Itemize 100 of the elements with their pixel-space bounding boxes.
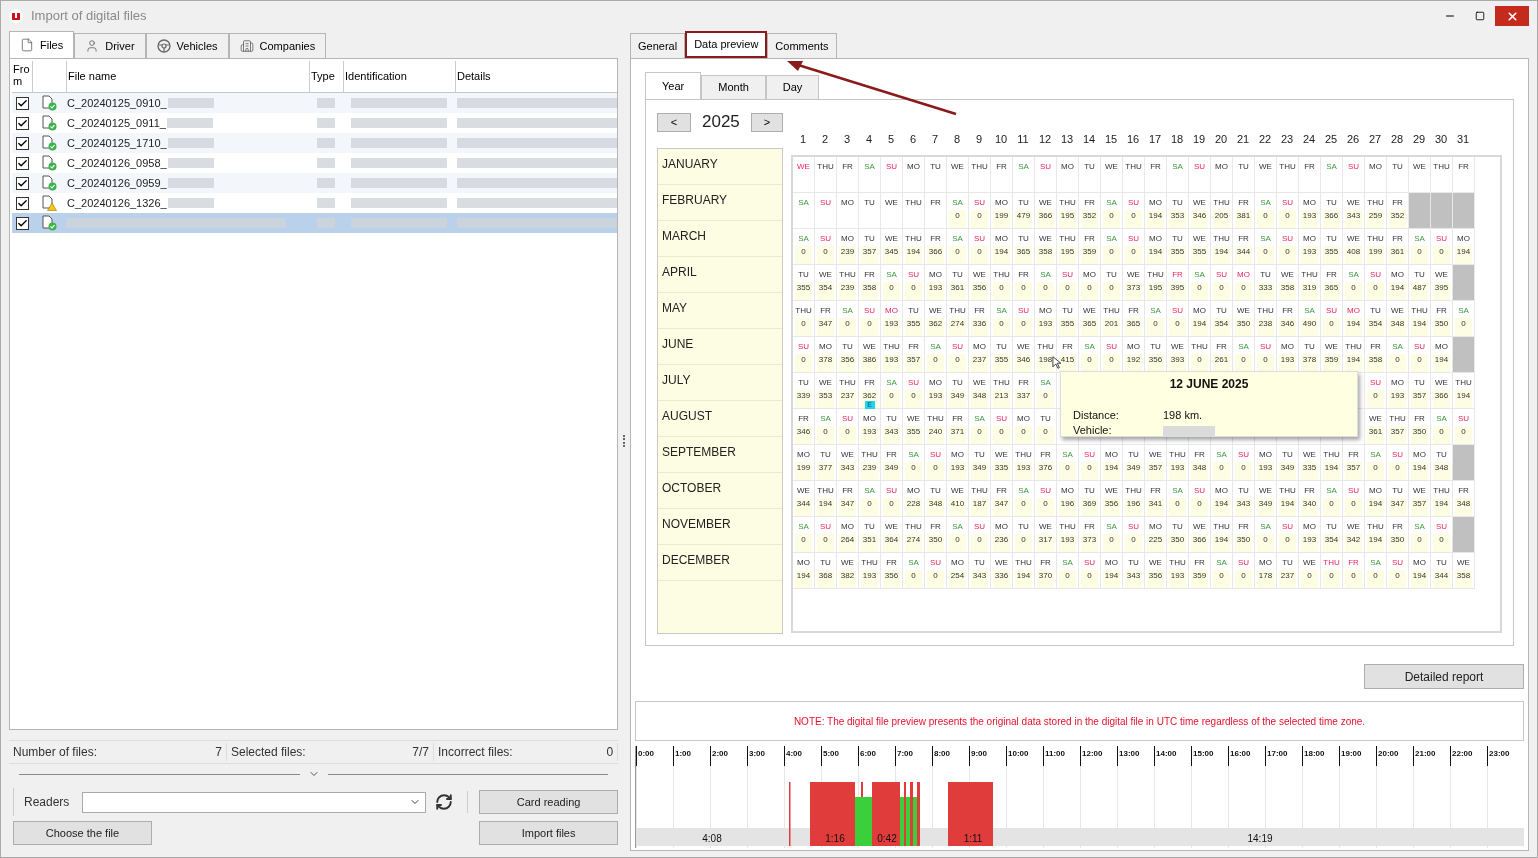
checkbox[interactable] <box>15 216 29 230</box>
distance-value: 0 <box>905 462 922 480</box>
next-year-button[interactable]: > <box>751 112 783 132</box>
weekday-label: SU <box>929 450 942 460</box>
day-number: 28 <box>1389 132 1405 146</box>
tab[interactable]: Data preview <box>685 31 768 58</box>
distance-value: 0 <box>1411 246 1428 264</box>
file-row[interactable]: C_20240125_1710_ <box>12 133 618 153</box>
column-header[interactable]: File name <box>67 61 310 92</box>
card-reading-button[interactable]: Card reading <box>479 790 619 814</box>
tab[interactable]: Vehicles <box>145 33 229 58</box>
month-label[interactable]: DECEMBER <box>658 545 782 581</box>
distance-value: 192 <box>1125 354 1142 372</box>
weekday-label: TU <box>1436 450 1447 460</box>
distance-value: 0 <box>1015 318 1032 336</box>
month-label[interactable]: FEBRUARY <box>658 185 782 221</box>
file-row[interactable]: C_20240126_0959_ <box>12 173 618 193</box>
file-row[interactable]: C_20240125_0910_ <box>12 93 618 113</box>
refresh-icon[interactable] <box>435 793 453 811</box>
month-label[interactable]: NOVEMBER <box>658 509 782 545</box>
weekday-label: SU <box>1435 522 1448 532</box>
checkbox[interactable] <box>15 116 29 130</box>
distance-value: 194 <box>1279 498 1296 516</box>
month-label[interactable]: MARCH <box>658 221 782 257</box>
checkbox[interactable] <box>15 196 29 210</box>
distance-value: 382 <box>839 570 856 588</box>
distance-value: 366 <box>927 246 944 264</box>
choose-file-button[interactable]: Choose the file <box>13 821 152 845</box>
day-number: 2 <box>820 132 830 146</box>
column-header[interactable]: Details <box>456 61 618 92</box>
distance-value: 347 <box>839 498 856 516</box>
distance-value: 0 <box>1279 534 1296 552</box>
month-label[interactable]: OCTOBER <box>658 473 782 509</box>
distance-value: 354 <box>1213 318 1230 336</box>
distance-value: 349 <box>1279 462 1296 480</box>
distance-value: 193 <box>861 426 878 444</box>
checkbox[interactable] <box>15 96 29 110</box>
weekday-label: MO <box>995 234 1008 244</box>
month-label[interactable]: AUGUST <box>658 401 782 437</box>
checkbox[interactable] <box>15 136 29 150</box>
tab[interactable]: Comments <box>767 33 837 58</box>
weekday-label: SA <box>952 234 963 244</box>
distance-value: 408 <box>1345 246 1362 264</box>
weekday-label: THU <box>1191 342 1208 352</box>
tab[interactable]: Year <box>645 72 702 99</box>
weekday-label: SA <box>798 522 809 532</box>
tab[interactable]: Driver <box>74 33 146 58</box>
month-label[interactable]: JANUARY <box>658 149 782 185</box>
weekday-label: SA <box>798 198 809 208</box>
weekday-label: FR <box>1084 198 1095 208</box>
blurred-text <box>167 158 214 168</box>
utc-note: NOTE: The digital file preview presents the original data stored in the digital file in UTC time regardless of the selected time zone. <box>793 714 1366 729</box>
distance-value: 237 <box>839 390 856 408</box>
day-number: 22 <box>1257 132 1273 146</box>
weekday-label: FR <box>798 414 809 424</box>
hour-label: 18:00 <box>1304 748 1325 760</box>
day-number: 29 <box>1411 132 1427 146</box>
tab[interactable]: Files <box>9 31 75 58</box>
tab[interactable]: Companies <box>228 33 327 58</box>
month-label[interactable]: MAY <box>658 293 782 329</box>
checkbox[interactable] <box>15 156 29 170</box>
column-header[interactable]: Identification <box>344 61 456 92</box>
hour-label: 7:00 <box>897 748 913 760</box>
tab[interactable]: General <box>630 33 686 58</box>
distance-value: 0 <box>1257 246 1274 264</box>
weekday-label: THU <box>1169 558 1186 568</box>
column-header[interactable]: From <box>12 61 33 92</box>
distance-value: 0 <box>1455 426 1472 444</box>
tab[interactable]: Month <box>701 75 766 99</box>
close-button[interactable] <box>1495 6 1529 26</box>
distance-value: 358 <box>1367 354 1384 372</box>
distance-value: 344 <box>1433 570 1450 588</box>
weekday-label: THU <box>1389 414 1406 424</box>
weekday-label: SU <box>1193 162 1206 172</box>
tab[interactable]: Day <box>765 75 820 99</box>
distance-value: 238 <box>1257 318 1274 336</box>
import-files-button[interactable]: Import files <box>479 821 619 845</box>
file-ok-icon <box>41 155 57 171</box>
distance-value: 0 <box>993 318 1010 336</box>
column-header[interactable]: Type <box>310 61 344 92</box>
month-label[interactable]: JULY <box>658 365 782 401</box>
distance-value: 0 <box>1169 498 1186 516</box>
month-label[interactable]: SEPTEMBER <box>658 437 782 473</box>
weekday-label: THU <box>1213 234 1230 244</box>
weekday-label: FR <box>908 342 919 352</box>
previous-year-button[interactable]: < <box>657 112 691 132</box>
distance-value: 0 <box>795 354 812 372</box>
detailed-report-button[interactable]: Detailed report <box>1364 664 1524 689</box>
weekday-label: TU <box>1414 378 1425 388</box>
distance-value: 0 <box>1389 462 1406 480</box>
day-number: 17 <box>1147 132 1163 146</box>
month-label[interactable]: JUNE <box>658 329 782 365</box>
weekday-label: SU <box>973 198 986 208</box>
splitter-grip-icon[interactable] <box>623 435 626 447</box>
weekday-label: TU <box>798 378 809 388</box>
distance-value: 0 <box>1037 498 1054 516</box>
weekday-label: FR <box>1436 306 1447 316</box>
month-label[interactable]: APRIL <box>658 257 782 293</box>
checkbox[interactable] <box>15 176 29 190</box>
day-number: 31 <box>1455 132 1471 146</box>
